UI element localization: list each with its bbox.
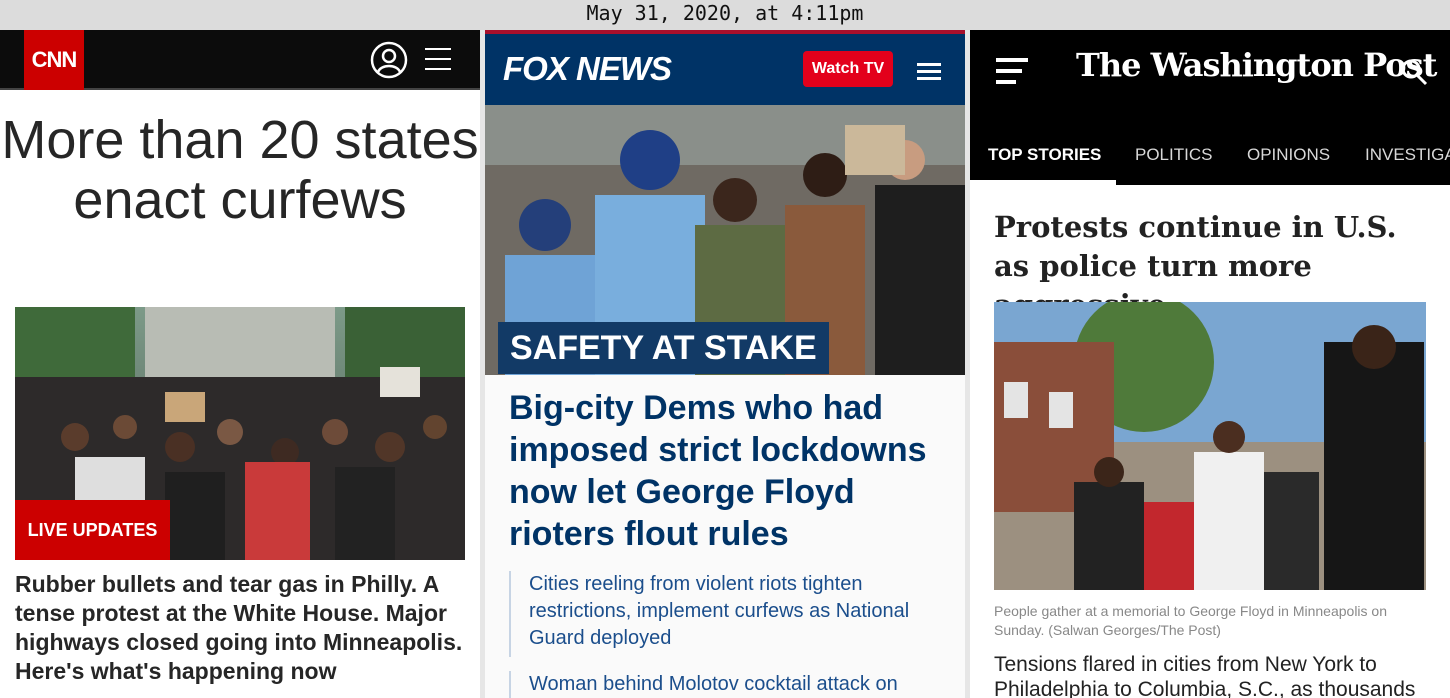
wapo-protest-photo[interactable]	[994, 302, 1426, 590]
cnn-summary[interactable]: Rubber bullets and tear gas in Philly. A…	[15, 570, 470, 686]
section-tabs: TOP STORIES POLITICS OPINIONS INVESTIGA	[970, 135, 1450, 185]
tab-politics[interactable]: POLITICS	[1135, 135, 1212, 185]
hamburger-menu-icon[interactable]	[917, 61, 941, 81]
user-account-icon[interactable]	[370, 41, 408, 79]
fox-header: FOX NEWS Watch TV	[485, 30, 965, 105]
hamburger-menu-icon[interactable]	[996, 56, 1028, 86]
wapo-story-text[interactable]: Tensions flared in cities from New York …	[994, 652, 1434, 698]
photo-caption: People gather at a memorial to George Fl…	[994, 603, 1387, 638]
cnn-headline[interactable]: More than 20 states enact curfews	[0, 110, 480, 230]
tab-investigations[interactable]: INVESTIGA	[1365, 135, 1450, 185]
watch-tv-button[interactable]: Watch TV	[803, 51, 893, 87]
wapo-panel: The Washington Post TOP STORIES POLITICS…	[970, 30, 1450, 698]
hamburger-menu-icon[interactable]	[424, 46, 452, 72]
active-tab-indicator	[970, 180, 1116, 185]
washington-post-logo[interactable]: The Washington Post	[1076, 46, 1437, 84]
safety-at-stake-kicker[interactable]: SAFETY AT STAKE	[498, 322, 829, 374]
fox-headline[interactable]: Big-city Dems who had imposed strict loc…	[509, 387, 949, 555]
live-updates-badge[interactable]: LIVE UPDATES	[15, 500, 170, 560]
tab-top-stories[interactable]: TOP STORIES	[988, 135, 1101, 185]
related-story-link[interactable]: Cities reeling from violent riots tighte…	[509, 571, 939, 657]
cnn-logo[interactable]: CNN	[24, 30, 84, 90]
fox-panel: FOX NEWS Watch TV SAFETY AT STAKE Big-ci…	[485, 30, 965, 698]
wapo-header: The Washington Post TOP STORIES POLITICS…	[970, 30, 1450, 185]
search-icon[interactable]	[1400, 58, 1428, 86]
tab-opinions[interactable]: OPINIONS	[1247, 135, 1330, 185]
fox-news-logo[interactable]: FOX NEWS	[503, 50, 672, 88]
cnn-panel: CNN More than 20 states enact curfews LI…	[0, 30, 480, 698]
cnn-header: CNN	[0, 30, 480, 90]
screenshot-timestamp: May 31, 2020, at 4:11pm	[0, 0, 1450, 30]
related-story-link[interactable]: Woman behind Molotov cocktail attack on	[509, 671, 939, 698]
